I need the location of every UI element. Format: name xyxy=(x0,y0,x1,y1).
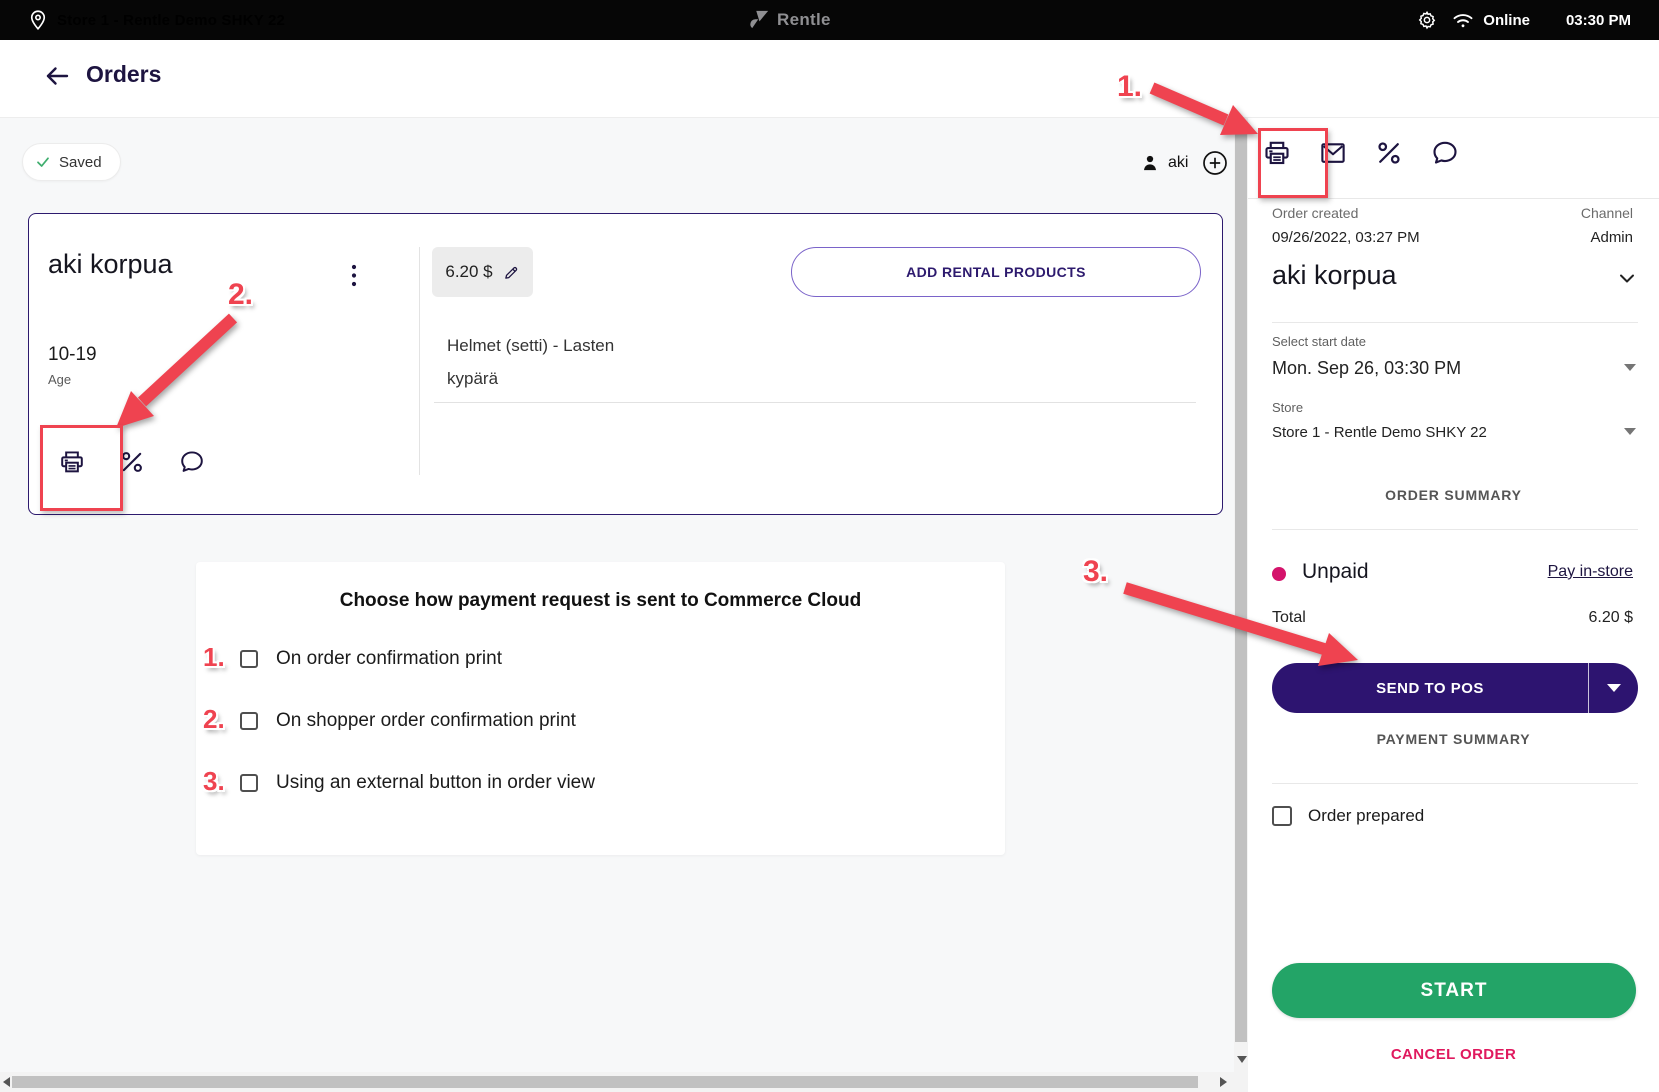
topbar-store-name: Store 1 - Rentle Demo SHKY 22 xyxy=(57,12,285,29)
topbar-right-group: Online 03:30 PM xyxy=(1417,0,1631,40)
product-name-line2: kypärä xyxy=(447,369,498,389)
annotation-number-3: 3. xyxy=(1083,555,1108,589)
online-status: Online xyxy=(1483,12,1530,29)
wifi-icon xyxy=(1451,10,1475,30)
option-3-label: Using an external button in order view xyxy=(276,772,595,794)
send-to-pos-button[interactable]: SEND TO POS xyxy=(1272,663,1638,713)
product-name-line1: Helmet (setti) - Lasten xyxy=(447,336,614,356)
channel-label: Channel xyxy=(1581,205,1633,221)
pay-in-store-link[interactable]: Pay in-store xyxy=(1548,563,1633,581)
sidebar-divider-payment xyxy=(1272,783,1638,784)
store-label: Store xyxy=(1272,400,1303,415)
start-button[interactable]: START xyxy=(1272,963,1636,1018)
age-label: Age xyxy=(48,372,71,387)
add-rental-products-label: ADD RENTAL PRODUCTS xyxy=(906,264,1086,280)
horizontal-scrollbar-thumb[interactable] xyxy=(12,1076,1198,1088)
order-prepared-label: Order prepared xyxy=(1308,806,1424,826)
card-customer-name: aki korpua xyxy=(48,249,173,280)
store-value[interactable]: Store 1 - Rentle Demo SHKY 22 xyxy=(1272,424,1487,441)
option-1-label: On order confirmation print xyxy=(276,648,502,670)
annotation-number-2: 2. xyxy=(228,278,253,312)
channel-value: Admin xyxy=(1590,229,1633,246)
unpaid-status-dot xyxy=(1272,567,1286,581)
chevron-down-icon[interactable] xyxy=(1615,266,1639,290)
back-button[interactable] xyxy=(42,61,72,91)
annotation-box-sidebar-printer xyxy=(1258,128,1328,198)
payment-option-row-3: Using an external button in order view xyxy=(240,772,595,794)
order-summary-button[interactable]: ORDER SUMMARY xyxy=(1248,487,1659,503)
check-icon xyxy=(35,154,51,170)
percent-icon[interactable] xyxy=(1374,138,1404,168)
total-label: Total xyxy=(1272,609,1306,627)
cancel-order-button[interactable]: CANCEL ORDER xyxy=(1248,1046,1659,1063)
price-value: 6.20 $ xyxy=(445,262,492,282)
gear-icon[interactable] xyxy=(1417,10,1437,30)
start-date-dropdown-icon[interactable] xyxy=(1624,364,1636,371)
total-value: 6.20 $ xyxy=(1589,609,1633,627)
order-created-label: Order created xyxy=(1272,205,1358,221)
person-icon xyxy=(1140,153,1160,173)
topbar-store-group: Store 1 - Rentle Demo SHKY 22 xyxy=(28,0,285,40)
add-rental-products-button[interactable]: ADD RENTAL PRODUCTS xyxy=(791,247,1201,297)
card-vertical-divider xyxy=(419,247,420,475)
saved-badge: Saved xyxy=(22,143,121,181)
order-created-value: 09/26/2022, 03:27 PM xyxy=(1272,229,1420,246)
order-prepared-row: Order prepared xyxy=(1272,806,1424,826)
payment-option-row-2: On shopper order confirmation print xyxy=(240,710,576,732)
caret-down-icon xyxy=(1607,684,1621,692)
assigned-user-name: aki xyxy=(1168,154,1188,172)
start-button-label: START xyxy=(1421,980,1488,1002)
option-2-checkbox[interactable] xyxy=(240,712,258,730)
payment-status: Unpaid xyxy=(1302,560,1369,584)
annotation-number-option-2: 2. xyxy=(203,704,225,735)
vertical-scrollbar-thumb[interactable] xyxy=(1235,130,1247,1042)
scrollbar-down-arrow[interactable] xyxy=(1237,1056,1247,1063)
annotation-box-card-printer xyxy=(40,425,123,511)
option-1-checkbox[interactable] xyxy=(240,650,258,668)
product-divider xyxy=(434,402,1196,403)
pencil-icon[interactable] xyxy=(503,264,520,281)
rentle-logo-icon xyxy=(748,9,770,31)
scrollbar-left-arrow[interactable] xyxy=(3,1077,10,1087)
store-dropdown-icon[interactable] xyxy=(1624,428,1636,435)
start-date-label: Select start date xyxy=(1272,334,1366,349)
sidebar-divider-customer xyxy=(1272,322,1638,323)
saved-badge-label: Saved xyxy=(59,154,102,171)
clock: 03:30 PM xyxy=(1566,12,1631,29)
sidebar-divider-summary xyxy=(1272,529,1638,530)
chat-icon[interactable] xyxy=(1430,138,1460,168)
send-to-pos-dropdown[interactable] xyxy=(1589,663,1638,713)
rentle-logo: Rentle xyxy=(748,0,831,40)
send-to-pos-main[interactable]: SEND TO POS xyxy=(1272,663,1588,713)
page-header xyxy=(0,40,1659,118)
price-chip[interactable]: 6.20 $ xyxy=(432,247,533,297)
add-user-icon[interactable] xyxy=(1202,150,1228,176)
page-title: Orders xyxy=(86,61,161,88)
start-date-value[interactable]: Mon. Sep 26, 03:30 PM xyxy=(1272,358,1461,379)
payment-request-title: Choose how payment request is sent to Co… xyxy=(196,590,1005,612)
sidebar-divider-top xyxy=(1248,198,1659,199)
chat-icon[interactable] xyxy=(178,448,206,476)
kebab-menu-icon[interactable] xyxy=(344,262,364,290)
payment-option-row-1: On order confirmation print xyxy=(240,648,502,670)
option-3-checkbox[interactable] xyxy=(240,774,258,792)
rentle-logo-text: Rentle xyxy=(777,10,831,30)
annotation-number-option-1: 1. xyxy=(203,642,225,673)
scrollbar-right-arrow[interactable] xyxy=(1220,1077,1227,1087)
payment-summary-button[interactable]: PAYMENT SUMMARY xyxy=(1248,731,1659,747)
send-to-pos-label: SEND TO POS xyxy=(1376,680,1484,697)
annotation-number-option-3: 3. xyxy=(203,766,225,797)
age-value: 10-19 xyxy=(48,344,97,366)
sidebar-customer-name: aki korpua xyxy=(1272,260,1397,291)
assigned-user: aki xyxy=(1140,147,1228,179)
annotation-number-1: 1. xyxy=(1117,70,1142,104)
option-2-label: On shopper order confirmation print xyxy=(276,710,576,732)
location-pin-icon xyxy=(28,9,48,31)
order-prepared-checkbox[interactable] xyxy=(1272,806,1292,826)
